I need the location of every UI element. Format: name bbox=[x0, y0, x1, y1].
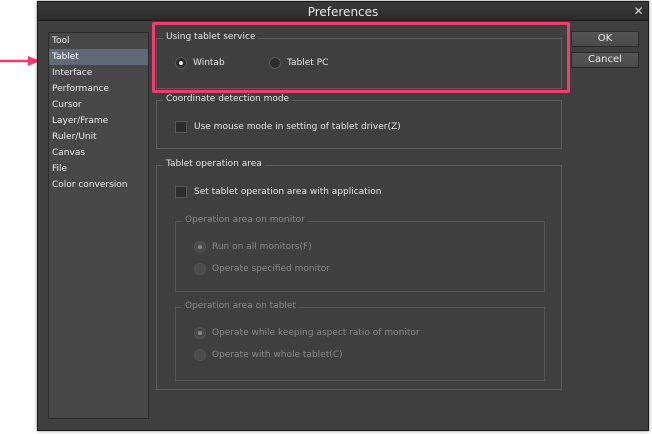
radio-wintab[interactable]: Wintab bbox=[175, 56, 225, 70]
sidebar-item-cursor[interactable]: Cursor bbox=[49, 97, 148, 113]
radio-button[interactable] bbox=[194, 263, 206, 275]
sidebar-item-performance[interactable]: Performance bbox=[49, 81, 148, 97]
window-title: Preferences bbox=[307, 5, 379, 19]
mouse-mode-checkbox-row[interactable]: Use mouse mode in setting of tablet driv… bbox=[175, 120, 401, 134]
sidebar-item-interface[interactable]: Interface bbox=[49, 65, 148, 81]
sidebar-item-canvas[interactable]: Canvas bbox=[49, 145, 148, 161]
radio-button[interactable] bbox=[269, 57, 281, 69]
close-icon[interactable]: ✕ bbox=[632, 5, 645, 18]
cancel-button[interactable]: Cancel bbox=[571, 52, 639, 68]
radio-wintab-label: Wintab bbox=[193, 58, 225, 68]
tablet-area-label: Operation area on tablet bbox=[182, 301, 299, 311]
preferences-window: Preferences ✕ Tool Tablet Interface Perf… bbox=[37, 1, 649, 431]
category-list: Tool Tablet Interface Performance Cursor… bbox=[48, 32, 149, 419]
set-operation-area-checkbox-label: Set tablet operation area with applicati… bbox=[194, 187, 382, 197]
coordinate-detection-label: Coordinate detection mode bbox=[163, 94, 293, 104]
radio-button[interactable] bbox=[194, 349, 206, 361]
radio-tablet-pc[interactable]: Tablet PC bbox=[269, 56, 328, 70]
monitor-area-label: Operation area on monitor bbox=[182, 215, 308, 225]
sidebar-item-layer-frame[interactable]: Layer/Frame bbox=[49, 113, 148, 129]
radio-whole-tablet[interactable]: Operate with whole tablet(C) bbox=[194, 348, 343, 362]
mouse-mode-checkbox-label: Use mouse mode in setting of tablet driv… bbox=[194, 122, 401, 132]
sidebar-item-tool[interactable]: Tool bbox=[49, 33, 148, 49]
radio-all-monitors-label: Run on all monitors(F) bbox=[212, 242, 312, 252]
set-operation-area-checkbox-row[interactable]: Set tablet operation area with applicati… bbox=[175, 185, 381, 199]
sidebar-item-ruler-unit[interactable]: Ruler/Unit bbox=[49, 129, 148, 145]
radio-keep-aspect[interactable]: Operate while keeping aspect ratio of mo… bbox=[194, 326, 420, 340]
tablet-area-group: Operation area on tablet Operate while k… bbox=[175, 301, 545, 381]
radio-whole-tablet-label: Operate with whole tablet(C) bbox=[212, 350, 343, 360]
radio-button[interactable] bbox=[175, 57, 187, 69]
set-operation-area-checkbox[interactable] bbox=[175, 186, 187, 198]
radio-keep-aspect-label: Operate while keeping aspect ratio of mo… bbox=[212, 328, 420, 338]
tablet-service-label: Using tablet service bbox=[163, 32, 259, 42]
operation-area-group: Tablet operation area Set tablet operati… bbox=[156, 159, 562, 390]
mouse-mode-checkbox[interactable] bbox=[175, 121, 187, 133]
sidebar-item-tablet[interactable]: Tablet bbox=[49, 49, 148, 65]
radio-all-monitors[interactable]: Run on all monitors(F) bbox=[194, 240, 312, 254]
radio-tablet-pc-label: Tablet PC bbox=[287, 58, 329, 68]
radio-button[interactable] bbox=[194, 327, 206, 339]
radio-button[interactable] bbox=[194, 241, 206, 253]
sidebar-item-color-conversion[interactable]: Color conversion bbox=[49, 177, 148, 193]
sidebar-item-file[interactable]: File bbox=[49, 161, 148, 177]
tablet-service-group: Using tablet service Wintab Tablet PC bbox=[156, 32, 562, 89]
radio-specified-monitor[interactable]: Operate specified monitor bbox=[194, 262, 330, 276]
ok-button[interactable]: OK bbox=[571, 31, 639, 47]
monitor-area-group: Operation area on monitor Run on all mon… bbox=[175, 215, 545, 292]
coordinate-detection-group: Coordinate detection mode Use mouse mode… bbox=[156, 94, 562, 149]
arrow-right-icon bbox=[0, 56, 40, 66]
operation-area-label: Tablet operation area bbox=[163, 159, 265, 169]
title-bar: Preferences ✕ bbox=[38, 2, 648, 21]
radio-specified-monitor-label: Operate specified monitor bbox=[212, 264, 330, 274]
